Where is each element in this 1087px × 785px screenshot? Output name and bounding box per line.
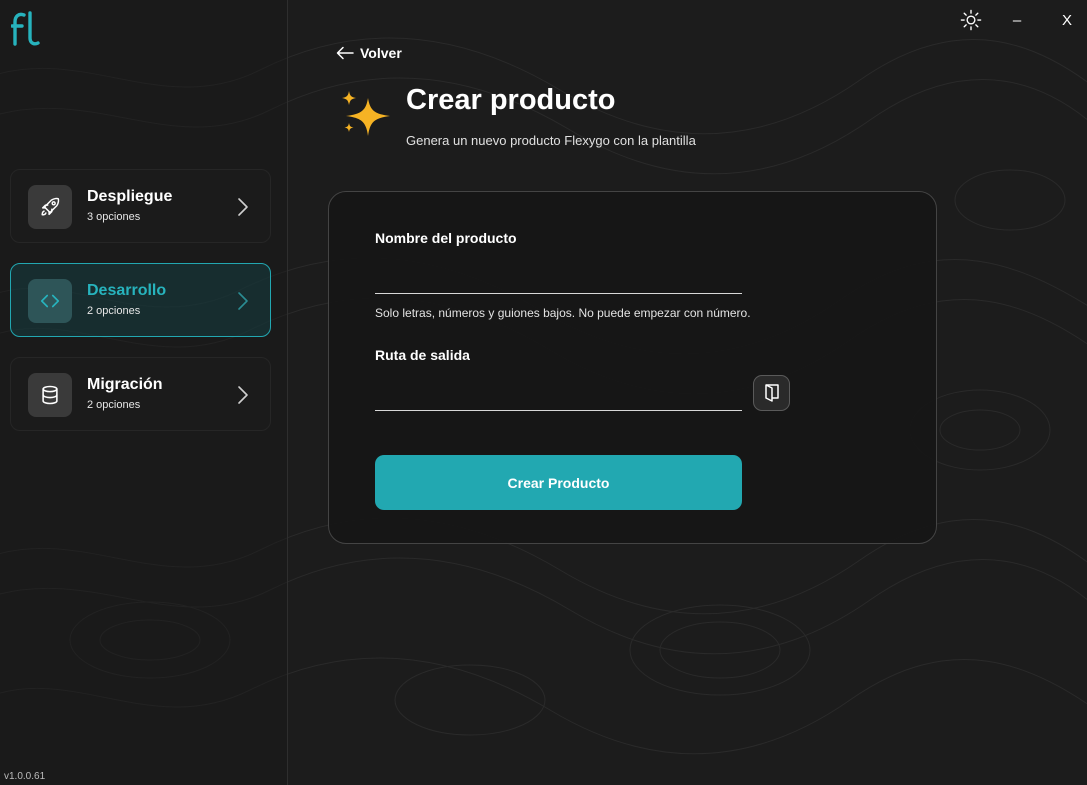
sidebar-item-title: Desarrollo — [87, 282, 167, 299]
fl-logo-icon[interactable] — [11, 10, 41, 46]
chevron-right-icon — [238, 198, 248, 216]
create-product-form: Nombre del producto Solo letras, números… — [328, 191, 937, 544]
sidebar-item-subtitle: 2 opciones — [87, 399, 141, 411]
sun-icon — [960, 9, 982, 31]
page-title: Crear producto — [406, 84, 616, 116]
sidebar-item-subtitle: 2 opciones — [87, 305, 141, 317]
output-path-label: Ruta de salida — [375, 347, 470, 363]
version-label: v1.0.0.61 — [4, 771, 46, 782]
back-label: Volver — [360, 45, 402, 61]
sparkles-icon — [342, 91, 390, 136]
chevron-right-icon — [238, 292, 248, 310]
product-name-label: Nombre del producto — [375, 230, 517, 246]
page-subtitle: Genera un nuevo producto Flexygo con la … — [406, 133, 696, 148]
product-name-input[interactable] — [375, 264, 742, 294]
sidebar-item-title: Migración — [87, 376, 163, 393]
theme-toggle-button[interactable] — [959, 8, 983, 32]
sidebar-item-title: Despliegue — [87, 188, 173, 205]
app-window: Despliegue 3 opciones Desarrollo 2 opcio… — [0, 0, 1087, 785]
folder-icon — [764, 384, 779, 402]
sidebar-item-subtitle: 3 opciones — [87, 211, 141, 223]
output-path-input[interactable] — [375, 381, 742, 411]
close-button[interactable]: X — [1058, 8, 1076, 32]
sidebar-item-despliegue[interactable]: Despliegue 3 opciones — [10, 169, 271, 243]
database-icon — [28, 373, 72, 417]
chevron-right-icon — [238, 386, 248, 404]
browse-folder-button[interactable] — [753, 375, 790, 411]
product-name-hint: Solo letras, números y guiones bajos. No… — [375, 306, 751, 320]
minimize-button[interactable]: – — [1009, 8, 1025, 32]
arrow-left-icon — [336, 46, 354, 60]
sidebar: Despliegue 3 opciones Desarrollo 2 opcio… — [0, 0, 288, 785]
rocket-icon — [28, 185, 72, 229]
sidebar-item-desarrollo[interactable]: Desarrollo 2 opciones — [10, 263, 271, 337]
create-product-button[interactable]: Crear Producto — [375, 455, 742, 510]
back-button[interactable]: Volver — [336, 45, 402, 61]
code-icon — [28, 279, 72, 323]
sidebar-item-migracion[interactable]: Migración 2 opciones — [10, 357, 271, 431]
